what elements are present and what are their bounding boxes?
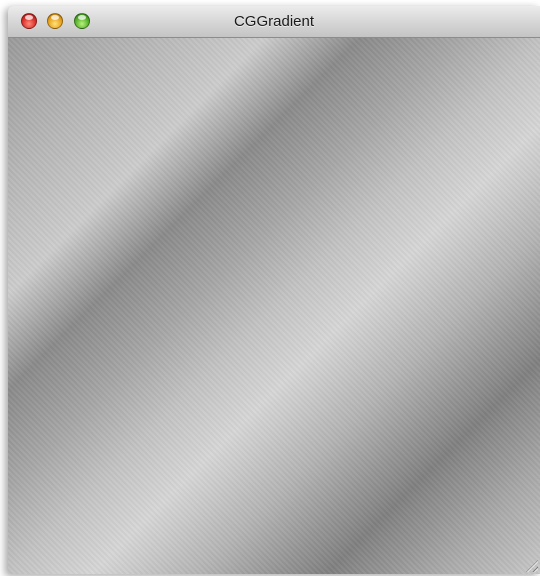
gradient-canvas xyxy=(8,38,540,574)
cggradient-window: CGGradient xyxy=(8,6,540,574)
title-bar[interactable]: CGGradient xyxy=(8,6,540,38)
resize-grip-icon[interactable] xyxy=(526,560,538,572)
window-title: CGGradient xyxy=(233,13,315,30)
